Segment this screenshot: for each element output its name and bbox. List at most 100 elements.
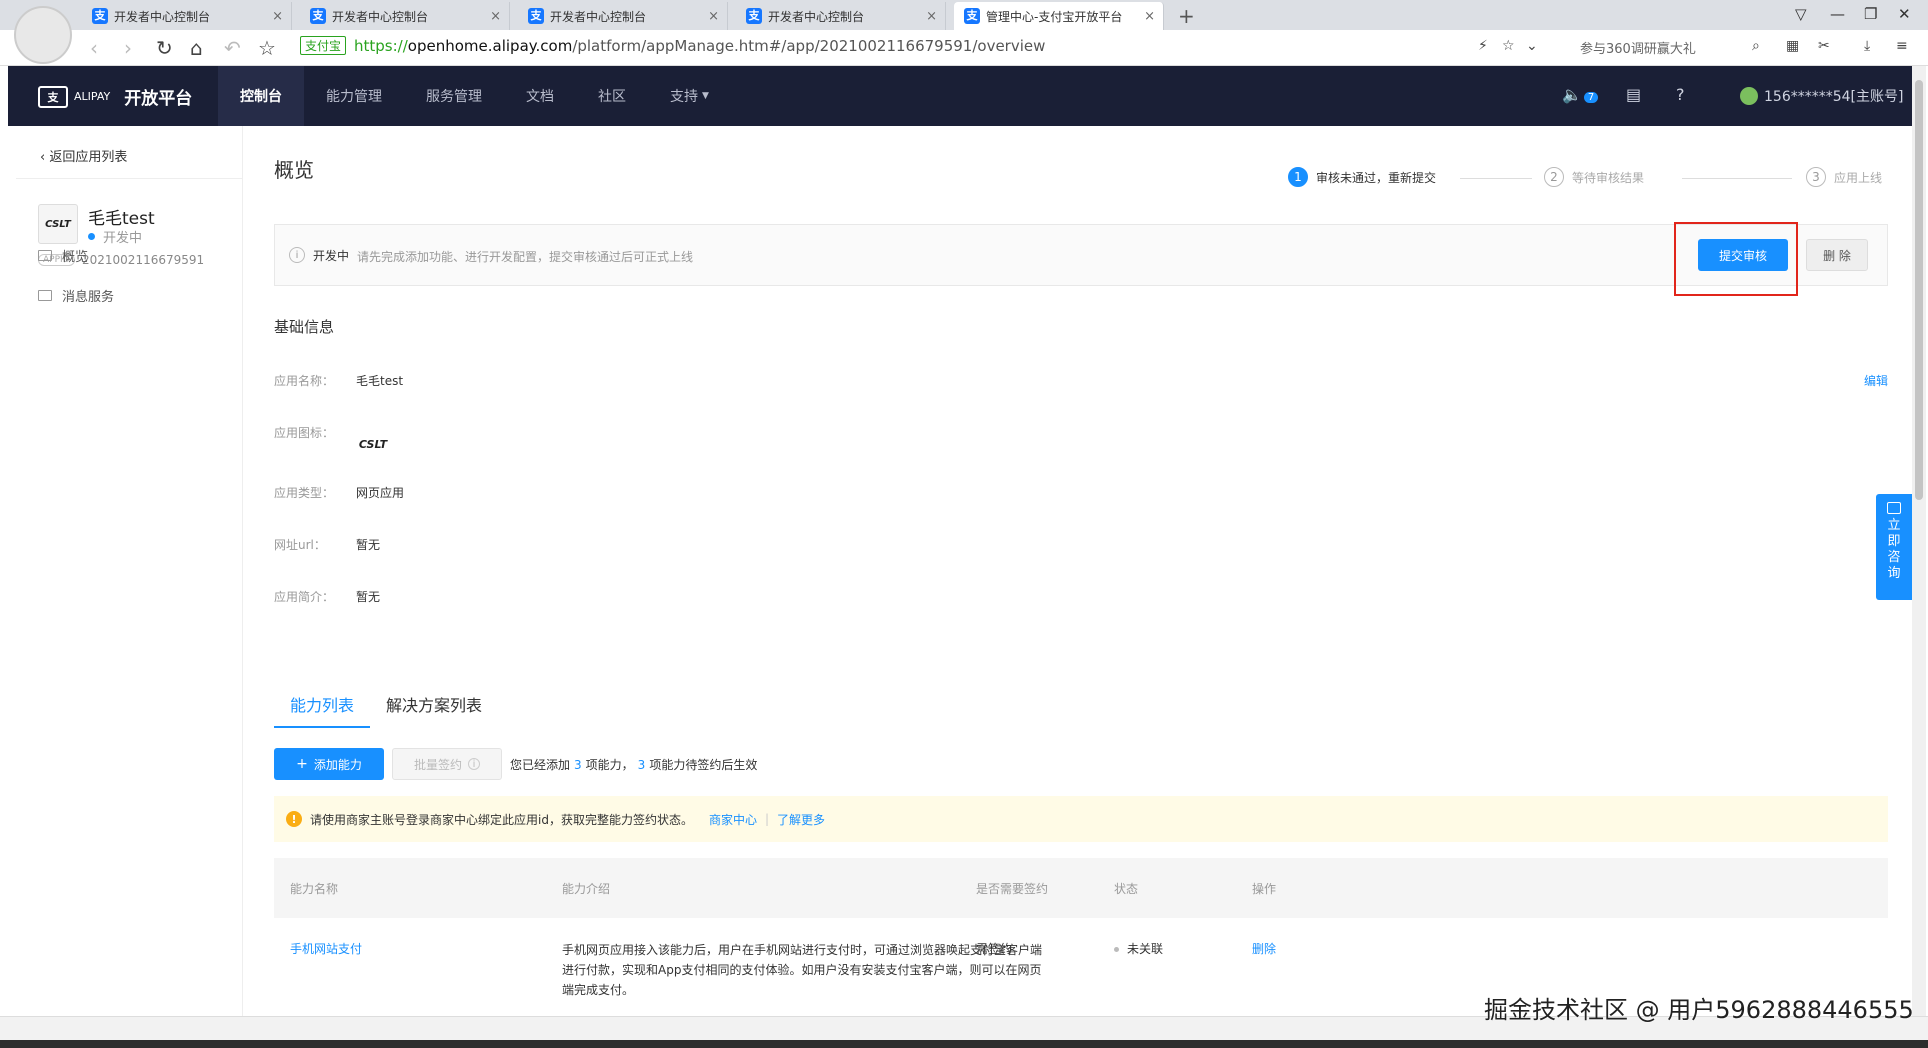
- home-icon[interactable]: ⌂: [190, 36, 203, 60]
- user-account[interactable]: 156******54[主账号]: [1740, 86, 1903, 106]
- dropdown-chevron-icon[interactable]: ⌄: [1526, 38, 1538, 54]
- window-close-icon[interactable]: ✕: [1898, 5, 1911, 23]
- added-summary: 您已经添加 3 项能力， 3 项能力待签约后生效: [510, 758, 758, 772]
- warning-banner: ! 请使用商家主账号登录商家中心绑定此应用id，获取完整能力签约状态。 商家中心…: [274, 796, 1888, 842]
- step-3: 3 应用上线: [1806, 167, 1882, 187]
- reload-icon[interactable]: ↻: [156, 36, 173, 60]
- field-label: 应用图标：: [274, 426, 335, 440]
- browser-tab-1[interactable]: 支 开发者中心控制台 ×: [82, 2, 292, 30]
- tab-close-icon[interactable]: ×: [272, 9, 283, 24]
- delete-ability-link[interactable]: 删除: [1252, 940, 1276, 957]
- submit-review-button[interactable]: 提交审核: [1698, 239, 1788, 271]
- bookmark-star-icon[interactable]: ☆: [258, 36, 276, 60]
- step-1: 1 审核未通过，重新提交: [1288, 167, 1436, 187]
- tab-ability-list[interactable]: 能力列表: [274, 692, 371, 728]
- minimize-icon[interactable]: —: [1830, 5, 1845, 23]
- apps-grid-icon[interactable]: ▦: [1786, 38, 1799, 54]
- consult-now-button[interactable]: 立 即 咨 询: [1876, 494, 1912, 600]
- info-icon: i: [468, 758, 480, 770]
- nav-service[interactable]: 服务管理: [404, 66, 504, 126]
- nav-console[interactable]: 控制台: [218, 66, 304, 126]
- app-name: 毛毛test: [88, 209, 155, 229]
- appid-value: 2021002116679591: [82, 253, 205, 267]
- warning-icon: !: [286, 811, 302, 827]
- help-icon[interactable]: ?: [1676, 85, 1685, 104]
- new-tab-icon[interactable]: +: [1178, 4, 1195, 28]
- step-connector: [1682, 178, 1792, 179]
- step-2: 2 等待审核结果: [1544, 167, 1644, 187]
- forward-icon[interactable]: ›: [124, 36, 132, 60]
- caret-down-icon: ▼: [702, 91, 709, 101]
- user-avatar: [1740, 87, 1758, 105]
- lightning-icon[interactable]: ⚡: [1478, 38, 1488, 54]
- ability-name-link[interactable]: 手机网站支付: [290, 940, 362, 957]
- column-header: 操作: [1252, 882, 1277, 896]
- column-header: 状态: [1114, 882, 1139, 896]
- back-to-app-list[interactable]: ‹ 返回应用列表: [40, 146, 127, 165]
- nav-community[interactable]: 社区: [576, 66, 648, 126]
- back-icon[interactable]: ‹: [90, 36, 98, 60]
- search-hint[interactable]: 参与360调研赢大礼: [1580, 38, 1696, 57]
- sidebar-item-overview[interactable]: 概览: [38, 246, 88, 265]
- add-ability-button[interactable]: + 添加能力: [274, 748, 384, 780]
- nav-support[interactable]: 支持 ▼: [648, 66, 731, 126]
- sidebar-item-message[interactable]: 消息服务: [38, 286, 114, 305]
- document-icon[interactable]: ▤: [1626, 85, 1641, 104]
- batch-sign-button[interactable]: 批量签约 i: [392, 748, 502, 780]
- scissors-icon[interactable]: ✂: [1818, 38, 1830, 54]
- monitor-icon: [38, 290, 52, 301]
- edit-link[interactable]: 编辑: [1864, 372, 1888, 389]
- browser-tab-4[interactable]: 支 开发者中心控制台 ×: [736, 2, 946, 30]
- browser-avatar[interactable]: [14, 6, 72, 64]
- tab-close-icon[interactable]: ×: [708, 9, 719, 24]
- column-header: 能力名称: [290, 882, 339, 896]
- app-status: 开发中: [88, 227, 142, 246]
- alipay-logo[interactable]: 支 ALIPAY 开放平台: [38, 84, 192, 109]
- page-title: 概览: [274, 158, 314, 182]
- info-icon: i: [289, 247, 305, 263]
- browser-tab-bar: 支 开发者中心控制台 × 支 开发者中心控制台 × 支 开发者中心控制台 × 支…: [0, 0, 1928, 30]
- tab-close-icon[interactable]: ×: [1144, 9, 1155, 24]
- field-app-type: 网页应用: [356, 486, 405, 500]
- browser-tab-3[interactable]: 支 开发者中心控制台 ×: [518, 2, 728, 30]
- field-label: 网址url：: [274, 538, 326, 552]
- nav-docs[interactable]: 文档: [504, 66, 576, 126]
- secure-badge: 支付宝: [300, 36, 347, 55]
- download-icon[interactable]: ⤓: [1864, 38, 1870, 54]
- tab-solution-list[interactable]: 解决方案列表: [370, 692, 498, 728]
- monitor-icon: [38, 250, 52, 261]
- tab-close-icon[interactable]: ×: [490, 9, 501, 24]
- learn-more-link[interactable]: 了解更多: [777, 811, 825, 828]
- table-header: 能力名称 能力介绍 是否需要签约 状态 操作: [274, 858, 1888, 918]
- favorite-icon[interactable]: ☆: [1502, 38, 1515, 54]
- column-header: 是否需要签约: [976, 882, 1049, 896]
- watermark: 掘金技术社区 @ 用户5962888446555: [1484, 996, 1914, 1024]
- scrollbar-thumb[interactable]: [1915, 80, 1923, 500]
- tab-close-icon[interactable]: ×: [926, 9, 937, 24]
- undo-icon[interactable]: ↶: [224, 36, 241, 60]
- nav-ability[interactable]: 能力管理: [304, 66, 404, 126]
- app-header: 支 ALIPAY 开放平台 控制台 能力管理 服务管理 文档 社区 支持 ▼ 🔈 7…: [8, 66, 1912, 126]
- plus-icon: +: [296, 756, 308, 772]
- merchant-center-link[interactable]: 商家中心: [709, 811, 757, 828]
- restore-icon[interactable]: ❐: [1864, 5, 1877, 23]
- delete-app-button[interactable]: 删 除: [1806, 239, 1868, 271]
- search-icon[interactable]: ⌕: [1752, 38, 1760, 54]
- menu-icon[interactable]: ≡: [1896, 38, 1908, 54]
- progress-steps: 1 审核未通过，重新提交 2 等待审核结果 3 应用上线: [1288, 167, 1888, 191]
- browser-tab-5[interactable]: 支 管理中心-支付宝开放平台 ×: [954, 2, 1164, 30]
- chat-icon: [1887, 502, 1901, 514]
- url-field[interactable]: 支付宝 https:// openhome.alipay.com /platfo…: [300, 36, 1045, 55]
- step-connector: [1460, 178, 1532, 179]
- taskbar-strip: [0, 1040, 1928, 1048]
- content-tabs: 能力列表 解决方案列表: [274, 692, 1888, 728]
- field-label: 应用简介：: [274, 590, 335, 604]
- notification-badge: 7: [1583, 92, 1599, 103]
- vertical-scrollbar[interactable]: [1912, 66, 1926, 1016]
- divider: [16, 178, 243, 179]
- shirt-skin-icon[interactable]: ▽: [1795, 5, 1807, 23]
- notification-speaker-icon[interactable]: 🔈 7: [1562, 85, 1599, 104]
- alipay-favicon-icon: 支: [310, 8, 326, 24]
- sidebar: ‹ 返回应用列表 CSLT 毛毛test 开发中 APPID 202100211…: [8, 126, 243, 1016]
- browser-tab-2[interactable]: 支 开发者中心控制台 ×: [300, 2, 510, 30]
